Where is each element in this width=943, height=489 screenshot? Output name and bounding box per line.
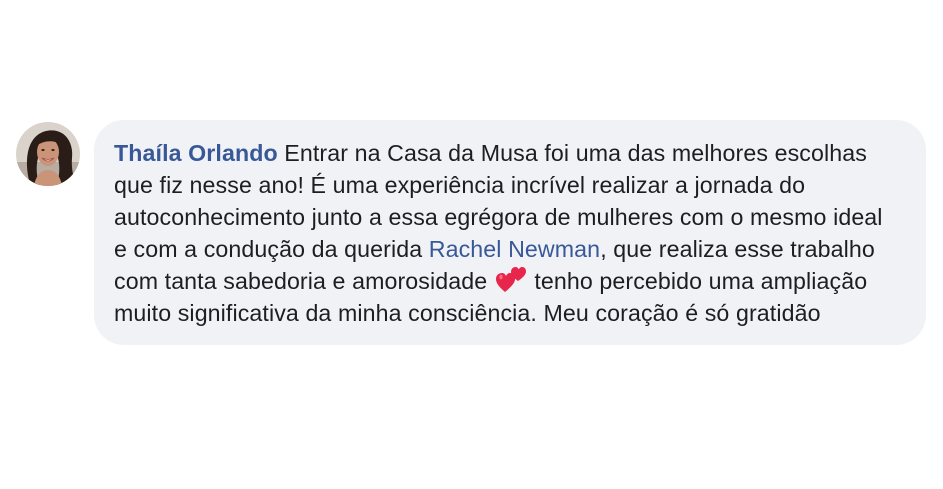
comment-text: Thaíla Orlando Entrar na Casa da Musa fo… (114, 137, 902, 329)
avatar[interactable] (16, 122, 80, 186)
avatar-photo (16, 122, 80, 186)
comment-bubble: Thaíla Orlando Entrar na Casa da Musa fo… (94, 120, 926, 345)
two-hearts-icon (495, 267, 526, 293)
comment: Thaíla Orlando Entrar na Casa da Musa fo… (16, 120, 926, 345)
author-name-link[interactable]: Thaíla Orlando (114, 140, 278, 166)
mention-link[interactable]: Rachel Newman (429, 236, 600, 262)
